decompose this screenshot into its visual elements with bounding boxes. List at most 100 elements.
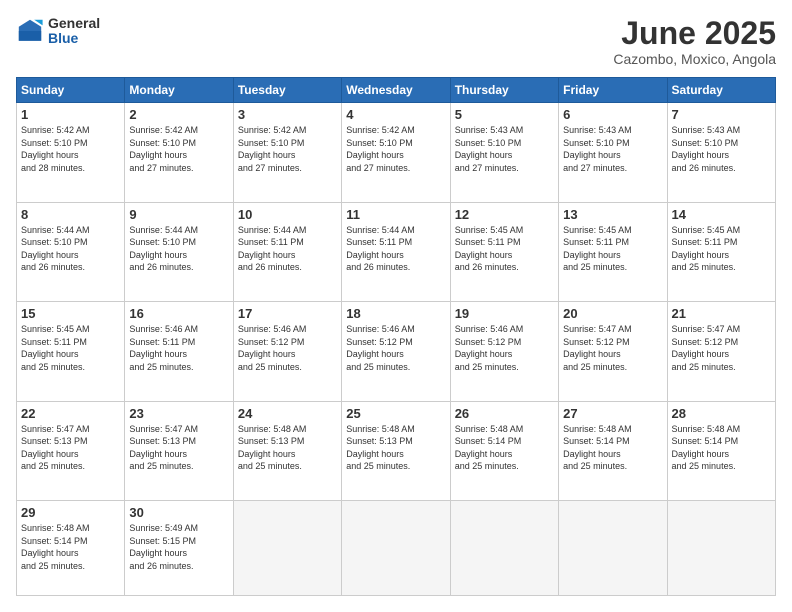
day-number: 21 <box>672 306 771 321</box>
day-number: 29 <box>21 505 120 520</box>
day-number: 1 <box>21 107 120 122</box>
day-info: Sunrise: 5:47 AM Sunset: 5:13 PM Dayligh… <box>129 423 228 473</box>
col-thursday: Thursday <box>450 78 558 103</box>
day-number: 2 <box>129 107 228 122</box>
table-row: 28 Sunrise: 5:48 AM Sunset: 5:14 PM Dayl… <box>667 401 775 500</box>
day-number: 27 <box>563 406 662 421</box>
day-info: Sunrise: 5:44 AM Sunset: 5:10 PM Dayligh… <box>129 224 228 274</box>
day-info: Sunrise: 5:44 AM Sunset: 5:10 PM Dayligh… <box>21 224 120 274</box>
table-row: 4 Sunrise: 5:42 AM Sunset: 5:10 PM Dayli… <box>342 103 450 202</box>
col-tuesday: Tuesday <box>233 78 341 103</box>
col-friday: Friday <box>559 78 667 103</box>
table-row: 5 Sunrise: 5:43 AM Sunset: 5:10 PM Dayli… <box>450 103 558 202</box>
day-number: 7 <box>672 107 771 122</box>
day-number: 9 <box>129 207 228 222</box>
day-info: Sunrise: 5:47 AM Sunset: 5:13 PM Dayligh… <box>21 423 120 473</box>
day-number: 15 <box>21 306 120 321</box>
day-info: Sunrise: 5:44 AM Sunset: 5:11 PM Dayligh… <box>238 224 337 274</box>
logo-text: General Blue <box>48 16 100 47</box>
day-info: Sunrise: 5:46 AM Sunset: 5:11 PM Dayligh… <box>129 323 228 373</box>
table-row: 8 Sunrise: 5:44 AM Sunset: 5:10 PM Dayli… <box>17 202 125 301</box>
day-number: 28 <box>672 406 771 421</box>
day-info: Sunrise: 5:48 AM Sunset: 5:14 PM Dayligh… <box>455 423 554 473</box>
day-info: Sunrise: 5:49 AM Sunset: 5:15 PM Dayligh… <box>129 522 228 572</box>
day-number: 12 <box>455 207 554 222</box>
logo-icon <box>16 17 44 45</box>
table-row: 17 Sunrise: 5:46 AM Sunset: 5:12 PM Dayl… <box>233 302 341 401</box>
day-info: Sunrise: 5:46 AM Sunset: 5:12 PM Dayligh… <box>455 323 554 373</box>
day-number: 16 <box>129 306 228 321</box>
day-number: 25 <box>346 406 445 421</box>
table-row: 12 Sunrise: 5:45 AM Sunset: 5:11 PM Dayl… <box>450 202 558 301</box>
day-number: 6 <box>563 107 662 122</box>
day-info: Sunrise: 5:43 AM Sunset: 5:10 PM Dayligh… <box>672 124 771 174</box>
day-number: 11 <box>346 207 445 222</box>
calendar-table: Sunday Monday Tuesday Wednesday Thursday… <box>16 77 776 596</box>
day-number: 3 <box>238 107 337 122</box>
day-info: Sunrise: 5:42 AM Sunset: 5:10 PM Dayligh… <box>129 124 228 174</box>
day-info: Sunrise: 5:42 AM Sunset: 5:10 PM Dayligh… <box>21 124 120 174</box>
table-row: 15 Sunrise: 5:45 AM Sunset: 5:11 PM Dayl… <box>17 302 125 401</box>
day-number: 8 <box>21 207 120 222</box>
day-info: Sunrise: 5:48 AM Sunset: 5:13 PM Dayligh… <box>238 423 337 473</box>
table-row: 20 Sunrise: 5:47 AM Sunset: 5:12 PM Dayl… <box>559 302 667 401</box>
logo-general: General <box>48 16 100 31</box>
day-number: 17 <box>238 306 337 321</box>
day-info: Sunrise: 5:48 AM Sunset: 5:14 PM Dayligh… <box>563 423 662 473</box>
day-info: Sunrise: 5:43 AM Sunset: 5:10 PM Dayligh… <box>455 124 554 174</box>
table-row: 7 Sunrise: 5:43 AM Sunset: 5:10 PM Dayli… <box>667 103 775 202</box>
table-row: 25 Sunrise: 5:48 AM Sunset: 5:13 PM Dayl… <box>342 401 450 500</box>
logo-blue: Blue <box>48 31 100 46</box>
day-number: 30 <box>129 505 228 520</box>
header: General Blue June 2025 Cazombo, Moxico, … <box>16 16 776 67</box>
table-row <box>342 501 450 596</box>
day-info: Sunrise: 5:45 AM Sunset: 5:11 PM Dayligh… <box>21 323 120 373</box>
table-row: 11 Sunrise: 5:44 AM Sunset: 5:11 PM Dayl… <box>342 202 450 301</box>
day-info: Sunrise: 5:45 AM Sunset: 5:11 PM Dayligh… <box>672 224 771 274</box>
month-title: June 2025 <box>613 16 776 51</box>
day-number: 18 <box>346 306 445 321</box>
day-info: Sunrise: 5:47 AM Sunset: 5:12 PM Dayligh… <box>563 323 662 373</box>
day-number: 5 <box>455 107 554 122</box>
day-info: Sunrise: 5:43 AM Sunset: 5:10 PM Dayligh… <box>563 124 662 174</box>
table-row: 9 Sunrise: 5:44 AM Sunset: 5:10 PM Dayli… <box>125 202 233 301</box>
col-sunday: Sunday <box>17 78 125 103</box>
day-number: 20 <box>563 306 662 321</box>
day-info: Sunrise: 5:42 AM Sunset: 5:10 PM Dayligh… <box>346 124 445 174</box>
table-row: 14 Sunrise: 5:45 AM Sunset: 5:11 PM Dayl… <box>667 202 775 301</box>
col-saturday: Saturday <box>667 78 775 103</box>
page: General Blue June 2025 Cazombo, Moxico, … <box>0 0 792 612</box>
table-row: 21 Sunrise: 5:47 AM Sunset: 5:12 PM Dayl… <box>667 302 775 401</box>
table-row: 10 Sunrise: 5:44 AM Sunset: 5:11 PM Dayl… <box>233 202 341 301</box>
day-info: Sunrise: 5:44 AM Sunset: 5:11 PM Dayligh… <box>346 224 445 274</box>
table-row: 23 Sunrise: 5:47 AM Sunset: 5:13 PM Dayl… <box>125 401 233 500</box>
day-info: Sunrise: 5:42 AM Sunset: 5:10 PM Dayligh… <box>238 124 337 174</box>
day-info: Sunrise: 5:46 AM Sunset: 5:12 PM Dayligh… <box>238 323 337 373</box>
table-row: 13 Sunrise: 5:45 AM Sunset: 5:11 PM Dayl… <box>559 202 667 301</box>
day-number: 23 <box>129 406 228 421</box>
day-info: Sunrise: 5:46 AM Sunset: 5:12 PM Dayligh… <box>346 323 445 373</box>
table-row: 27 Sunrise: 5:48 AM Sunset: 5:14 PM Dayl… <box>559 401 667 500</box>
col-monday: Monday <box>125 78 233 103</box>
day-number: 13 <box>563 207 662 222</box>
location-subtitle: Cazombo, Moxico, Angola <box>613 51 776 67</box>
col-wednesday: Wednesday <box>342 78 450 103</box>
calendar-header-row: Sunday Monday Tuesday Wednesday Thursday… <box>17 78 776 103</box>
day-number: 4 <box>346 107 445 122</box>
table-row: 22 Sunrise: 5:47 AM Sunset: 5:13 PM Dayl… <box>17 401 125 500</box>
table-row: 19 Sunrise: 5:46 AM Sunset: 5:12 PM Dayl… <box>450 302 558 401</box>
table-row <box>667 501 775 596</box>
day-number: 10 <box>238 207 337 222</box>
day-number: 24 <box>238 406 337 421</box>
day-info: Sunrise: 5:48 AM Sunset: 5:14 PM Dayligh… <box>21 522 120 572</box>
table-row: 1 Sunrise: 5:42 AM Sunset: 5:10 PM Dayli… <box>17 103 125 202</box>
table-row: 6 Sunrise: 5:43 AM Sunset: 5:10 PM Dayli… <box>559 103 667 202</box>
day-info: Sunrise: 5:48 AM Sunset: 5:13 PM Dayligh… <box>346 423 445 473</box>
logo: General Blue <box>16 16 100 47</box>
table-row: 16 Sunrise: 5:46 AM Sunset: 5:11 PM Dayl… <box>125 302 233 401</box>
day-info: Sunrise: 5:45 AM Sunset: 5:11 PM Dayligh… <box>563 224 662 274</box>
day-number: 26 <box>455 406 554 421</box>
table-row <box>559 501 667 596</box>
day-number: 14 <box>672 207 771 222</box>
table-row <box>450 501 558 596</box>
